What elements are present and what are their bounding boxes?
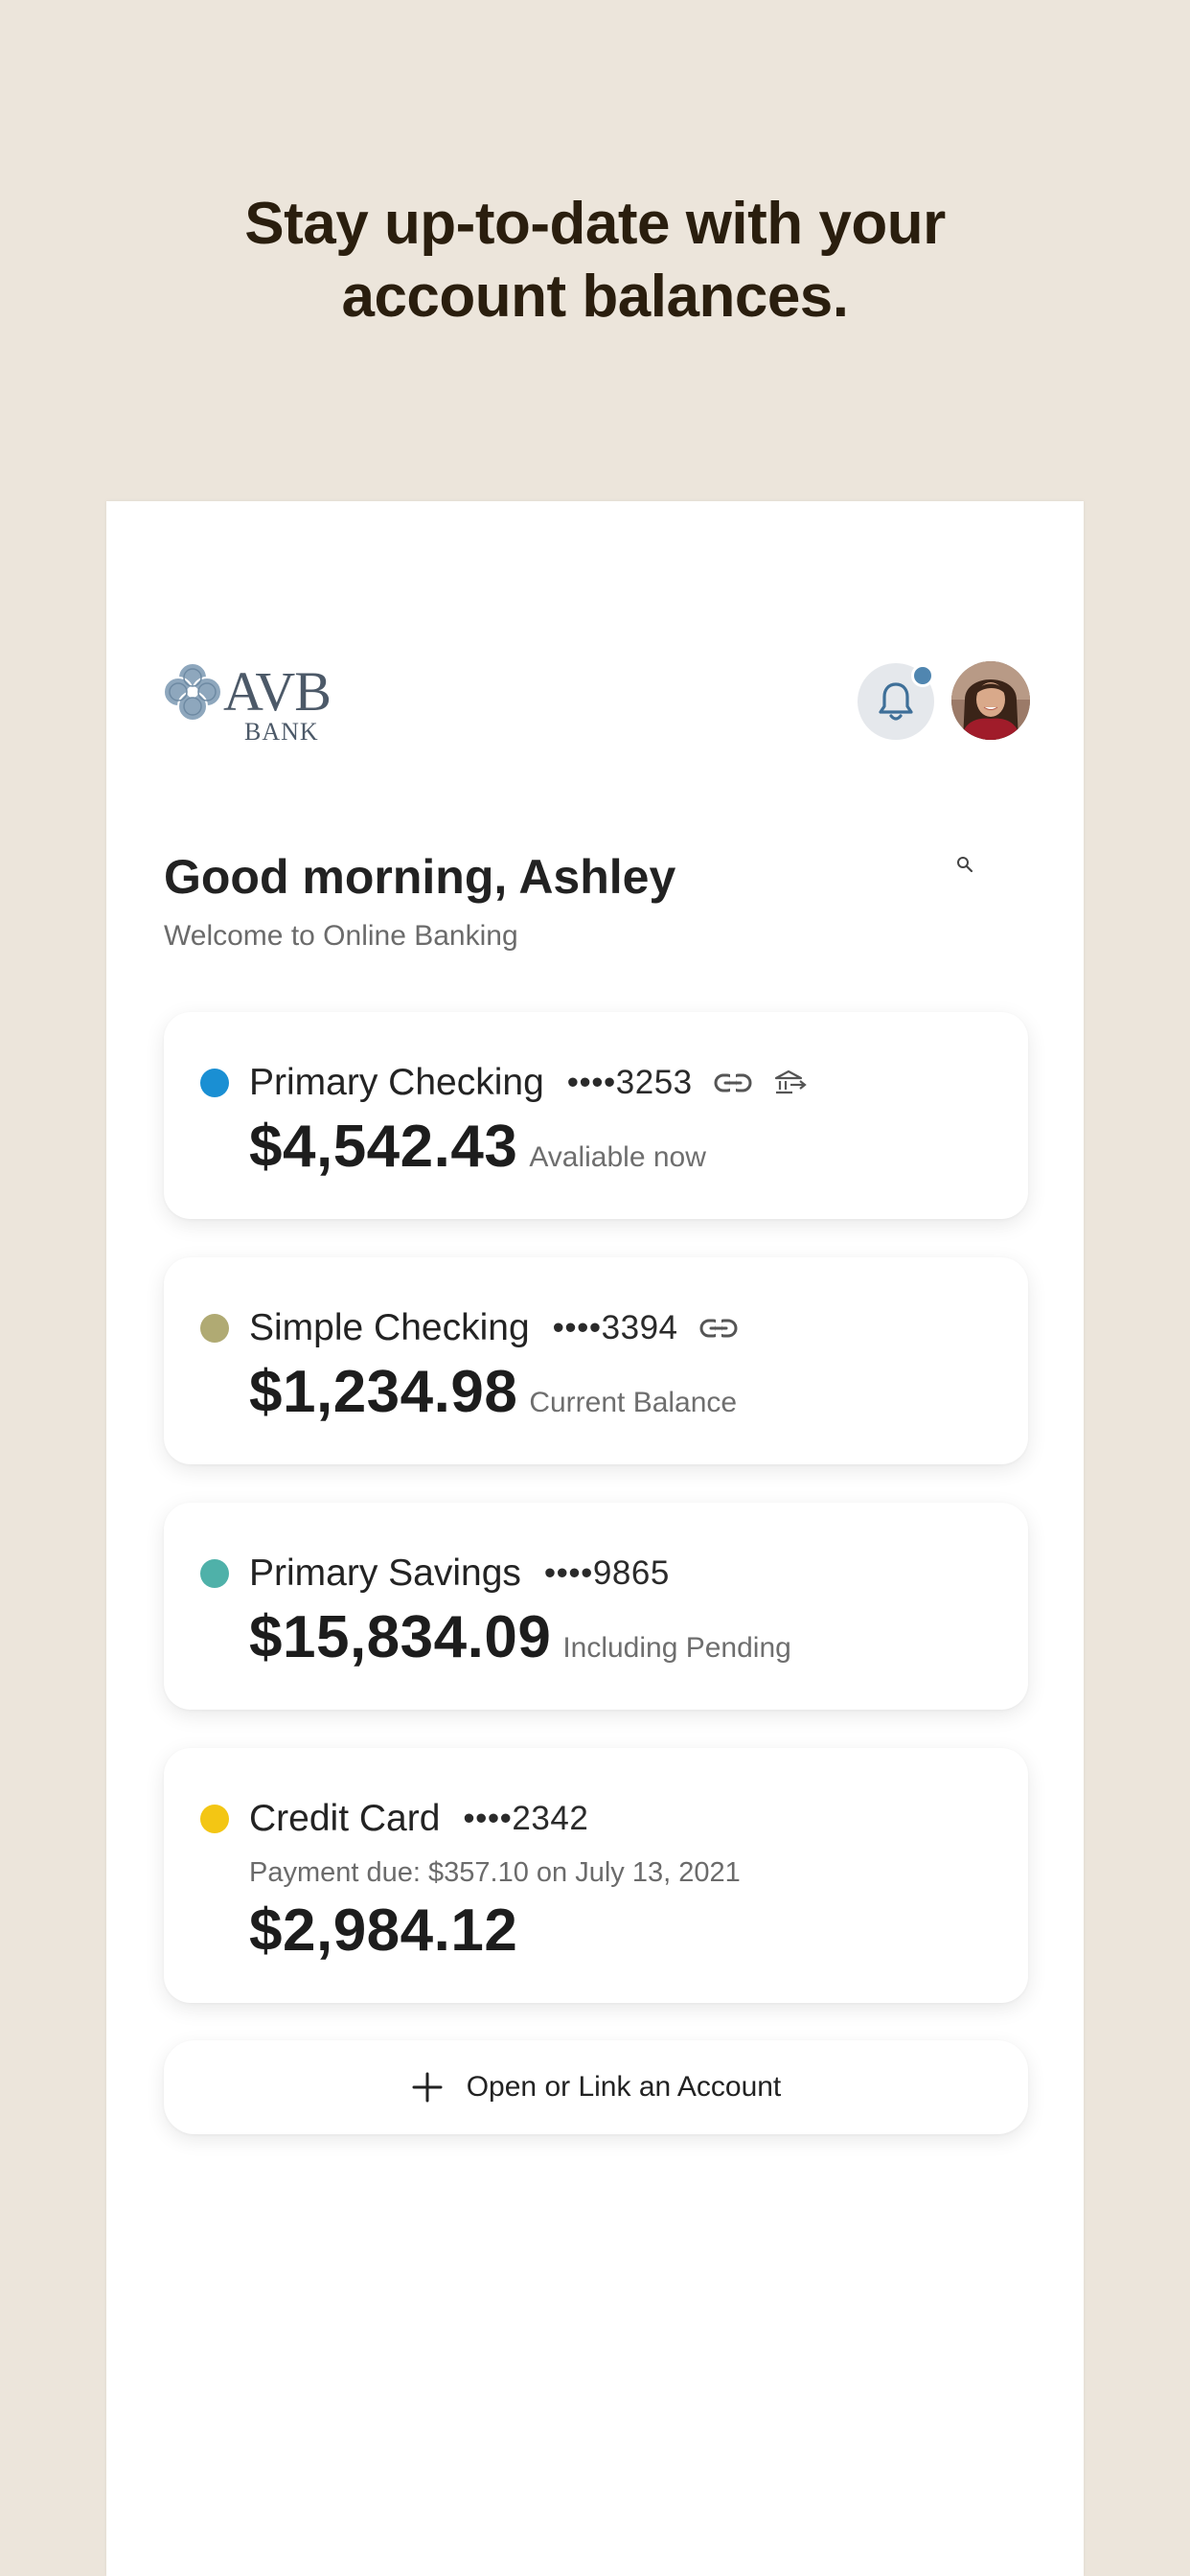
account-name: Simple Checking xyxy=(249,1307,530,1348)
account-card-simple-checking[interactable]: Simple Checking ••••3394 $1,234.98 Curre… xyxy=(164,1257,1028,1464)
greeting-title: Good morning, Ashley xyxy=(164,850,676,904)
promo-headline-line1: Stay up-to-date with your xyxy=(244,191,946,257)
link-icon[interactable] xyxy=(699,1317,738,1340)
account-name: Credit Card xyxy=(249,1798,441,1839)
account-balance: $4,542.43 xyxy=(249,1114,518,1180)
promo-headline: Stay up-to-date with your account balanc… xyxy=(0,188,1190,334)
app-screen: AVB BANK Good morning, Ashley Welcome to… xyxy=(106,501,1084,2576)
search-icon[interactable] xyxy=(956,856,973,873)
account-name: Primary Savings xyxy=(249,1552,521,1594)
account-card-primary-checking[interactable]: Primary Checking ••••3253 $4,542.43 Aval… xyxy=(164,1012,1028,1219)
promo-headline-line2: account balances. xyxy=(341,264,849,330)
bank-transfer-icon[interactable] xyxy=(773,1069,808,1097)
logo-subtext: BANK xyxy=(244,718,319,746)
greeting-subtitle: Welcome to Online Banking xyxy=(164,920,518,952)
user-photo xyxy=(951,661,1030,740)
payment-due-text: Payment due: $357.10 on July 13, 2021 xyxy=(249,1857,741,1888)
balance-note: Including Pending xyxy=(562,1632,791,1664)
plus-icon xyxy=(412,2072,443,2103)
account-card-primary-savings[interactable]: Primary Savings ••••9865 $15,834.09 Incl… xyxy=(164,1503,1028,1710)
avatar[interactable] xyxy=(951,661,1030,740)
balance-note: Current Balance xyxy=(529,1387,738,1418)
account-color-dot xyxy=(200,1069,229,1097)
account-color-dot xyxy=(200,1559,229,1588)
account-color-dot xyxy=(200,1314,229,1343)
account-color-dot xyxy=(200,1805,229,1833)
account-balance: $2,984.12 xyxy=(249,1898,518,1964)
account-card-credit-card[interactable]: Credit Card ••••2342 Payment due: $357.1… xyxy=(164,1748,1028,2003)
account-balance: $1,234.98 xyxy=(249,1359,518,1425)
link-icon[interactable] xyxy=(714,1071,752,1094)
account-name: Primary Checking xyxy=(249,1062,544,1103)
logo-clover-icon xyxy=(163,662,222,722)
bank-logo[interactable]: AVB BANK xyxy=(162,660,354,752)
account-number-mask: ••••9865 xyxy=(543,1554,670,1592)
open-or-link-account-button[interactable]: Open or Link an Account xyxy=(164,2040,1028,2134)
account-number-mask: ••••3253 xyxy=(566,1064,693,1101)
account-number-mask: ••••2342 xyxy=(463,1800,589,1837)
open-or-link-account-label: Open or Link an Account xyxy=(466,2071,782,2103)
notification-badge xyxy=(911,664,934,687)
account-number-mask: ••••3394 xyxy=(552,1309,678,1346)
account-balance: $15,834.09 xyxy=(249,1604,552,1670)
balance-note: Avaliable now xyxy=(529,1141,706,1173)
logo-wordmark: AVB xyxy=(223,660,332,723)
bell-icon xyxy=(879,682,913,721)
